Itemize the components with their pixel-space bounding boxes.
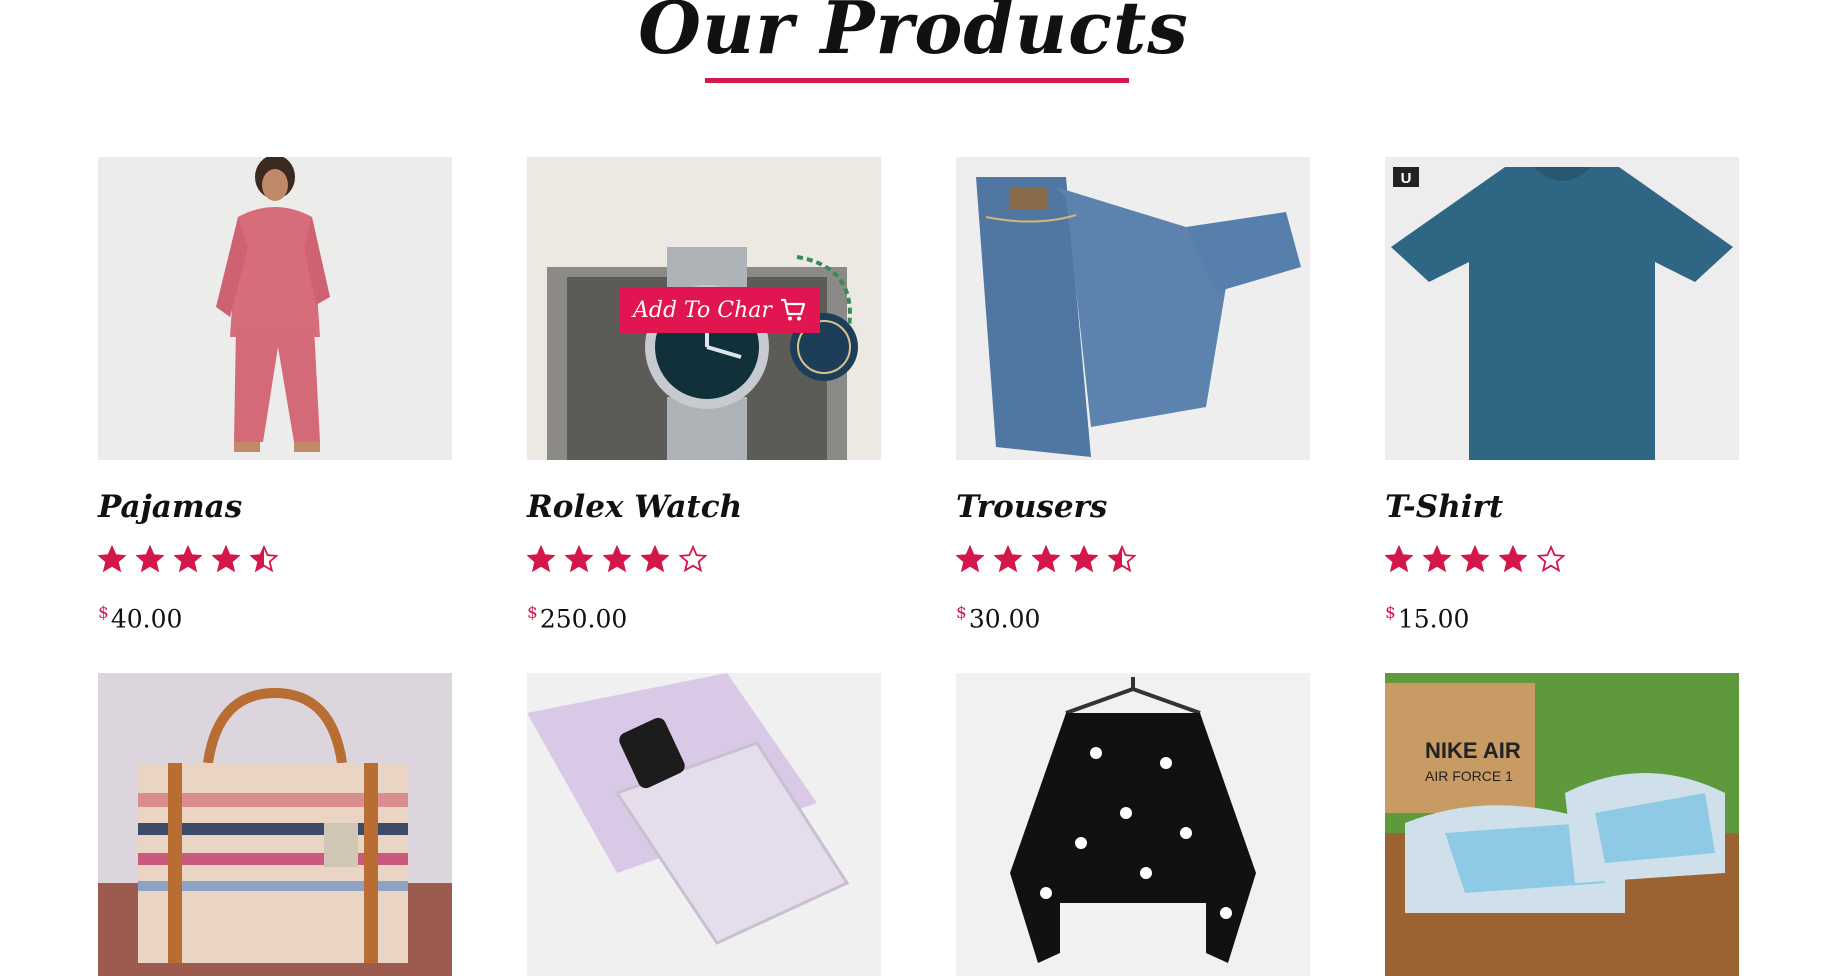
title-underline: [705, 78, 1129, 83]
star-full-icon: [956, 545, 984, 573]
add-to-cart-button[interactable]: Add To Char: [619, 287, 820, 333]
star-full-icon: [1032, 545, 1060, 573]
product-image-pajamas[interactable]: [98, 157, 452, 460]
product-image-blouse[interactable]: [956, 673, 1310, 976]
star-empty-icon: [1537, 545, 1565, 573]
product-image-rolex-watch[interactable]: Add To Char: [527, 157, 881, 460]
product-card-handbag[interactable]: [98, 673, 452, 976]
currency-symbol: $: [527, 603, 538, 623]
star-full-icon: [1499, 545, 1527, 573]
star-full-icon: [1461, 545, 1489, 573]
rating-stars: [956, 545, 1136, 575]
product-price: $250.00: [527, 593, 627, 639]
product-image-trousers[interactable]: [956, 157, 1310, 460]
star-full-icon: [1070, 545, 1098, 573]
product-image-sneakers[interactable]: NIKE AIR AIR FORCE 1: [1385, 673, 1739, 976]
product-card-t-shirt[interactable]: U T-Shirt $15.00: [1385, 157, 1739, 633]
star-full-icon: [98, 545, 126, 573]
section-heading: Our Products: [0, 0, 1827, 80]
product-price: $15.00: [1385, 593, 1469, 639]
currency-symbol: $: [956, 603, 967, 623]
product-price: $30.00: [956, 593, 1040, 639]
star-full-icon: [565, 545, 593, 573]
product-image-perfume[interactable]: [527, 673, 881, 976]
product-name[interactable]: Rolex Watch: [527, 487, 742, 527]
star-half-icon: [250, 545, 278, 573]
add-to-cart-label: Add To Char: [633, 297, 772, 323]
star-full-icon: [994, 545, 1022, 573]
product-card-blouse[interactable]: [956, 673, 1310, 976]
currency-symbol: $: [1385, 603, 1396, 623]
box-brand-bottom: AIR FORCE 1: [1425, 768, 1513, 784]
product-card-pajamas[interactable]: Pajamas $40.00: [98, 157, 452, 633]
rating-stars: [527, 545, 707, 575]
rating-stars: [1385, 545, 1565, 575]
star-half-icon: [1108, 545, 1136, 573]
product-card-sneakers[interactable]: NIKE AIR AIR FORCE 1: [1385, 673, 1739, 976]
price-value: 40.00: [110, 604, 183, 634]
brand-badge-text: U: [1401, 170, 1412, 187]
price-value: 250.00: [539, 604, 628, 634]
star-empty-icon: [679, 545, 707, 573]
product-card-trousers[interactable]: Trousers $30.00: [956, 157, 1310, 633]
cart-icon: [780, 298, 805, 321]
star-full-icon: [641, 545, 669, 573]
product-card-rolex-watch[interactable]: Add To Char Rolex Watch $250.00: [527, 157, 881, 633]
star-full-icon: [1423, 545, 1451, 573]
currency-symbol: $: [98, 603, 109, 623]
star-full-icon: [212, 545, 240, 573]
products-page: Our Products Pajamas $40.00 Add To Char …: [0, 0, 1827, 976]
product-image-t-shirt[interactable]: U: [1385, 157, 1739, 460]
product-name[interactable]: T-Shirt: [1385, 487, 1503, 527]
rating-stars: [98, 545, 278, 575]
product-card-perfume[interactable]: [527, 673, 881, 976]
star-full-icon: [136, 545, 164, 573]
product-price: $40.00: [98, 593, 182, 639]
product-name[interactable]: Pajamas: [98, 487, 242, 527]
star-full-icon: [527, 545, 555, 573]
section-title: Our Products: [638, 0, 1189, 70]
box-brand-top: NIKE AIR: [1425, 738, 1521, 763]
product-name[interactable]: Trousers: [956, 487, 1107, 527]
product-image-handbag[interactable]: [98, 673, 452, 976]
star-full-icon: [1385, 545, 1413, 573]
price-value: 15.00: [1397, 604, 1470, 634]
star-full-icon: [174, 545, 202, 573]
star-full-icon: [603, 545, 631, 573]
price-value: 30.00: [968, 604, 1041, 634]
